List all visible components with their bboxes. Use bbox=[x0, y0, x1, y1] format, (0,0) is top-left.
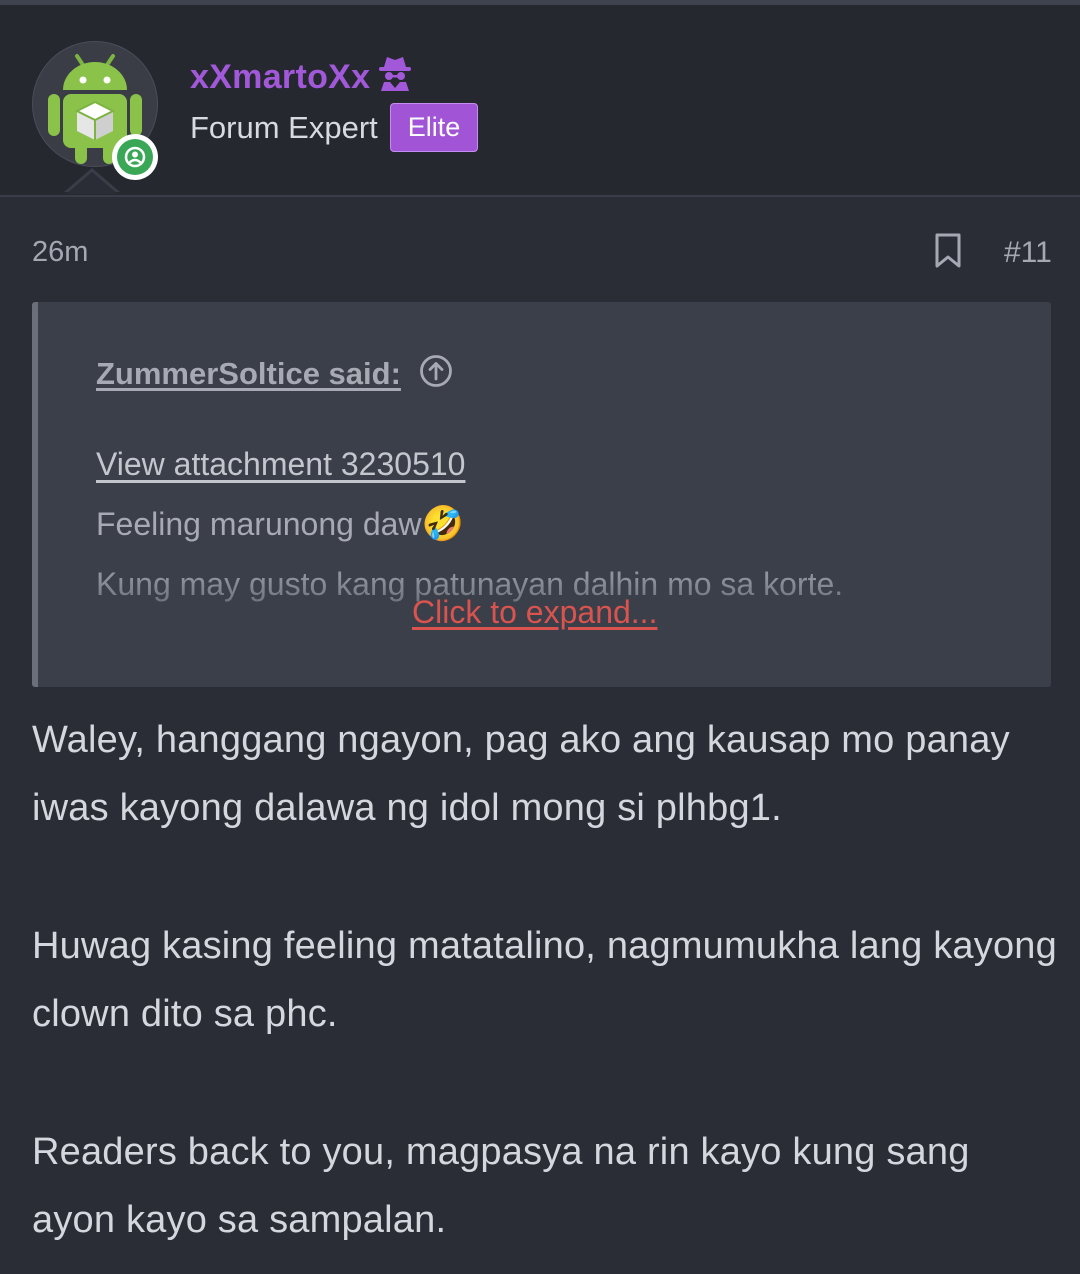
jump-to-quote-icon[interactable] bbox=[419, 354, 453, 393]
post-paragraph: Huwag kasing feeling matatalino, nagmumu… bbox=[32, 925, 1057, 1035]
post-paragraph: Readers back to you, magpasya na rin kay… bbox=[32, 1131, 970, 1241]
user-status-icon bbox=[117, 139, 153, 175]
post-container: xXmartoXx Forum Expert Elite 26m #11 Zum… bbox=[0, 0, 1080, 1274]
quote-line: Feeling marunong daw 🤣 bbox=[96, 502, 1026, 546]
quote-author-link[interactable]: ZummerSoltice said: bbox=[96, 356, 401, 392]
spy-icon bbox=[378, 55, 412, 100]
rofl-emoji-icon: 🤣 bbox=[421, 505, 464, 543]
post-number[interactable]: #11 bbox=[1004, 236, 1052, 270]
header-pointer-inner bbox=[66, 172, 118, 194]
username-text[interactable]: xXmartoXx bbox=[190, 58, 370, 97]
elite-badge[interactable]: Elite bbox=[389, 103, 479, 152]
quote-author-row: ZummerSoltice said: bbox=[96, 354, 453, 393]
attachment-link[interactable]: View attachment 3230510 bbox=[96, 442, 1026, 486]
post-message: Waley, hanggang ngayon, pag ako ang kaus… bbox=[32, 706, 1062, 1254]
quote-line-text: Feeling marunong daw bbox=[96, 506, 422, 542]
bookmark-icon[interactable] bbox=[934, 233, 962, 269]
quote-block: ZummerSoltice said: View attachment 3230… bbox=[32, 302, 1051, 687]
click-to-expand-link[interactable]: Click to expand... bbox=[412, 594, 657, 631]
post-author-header: xXmartoXx Forum Expert Elite bbox=[0, 5, 1080, 197]
post-timestamp[interactable]: 26m bbox=[32, 236, 88, 269]
user-title: Forum Expert bbox=[190, 109, 378, 145]
username[interactable]: xXmartoXx bbox=[190, 55, 412, 100]
user-title-row: Forum Expert Elite bbox=[190, 103, 479, 152]
post-paragraph: Waley, hanggang ngayon, pag ako ang kaus… bbox=[32, 719, 1010, 829]
avatar[interactable] bbox=[32, 41, 158, 180]
